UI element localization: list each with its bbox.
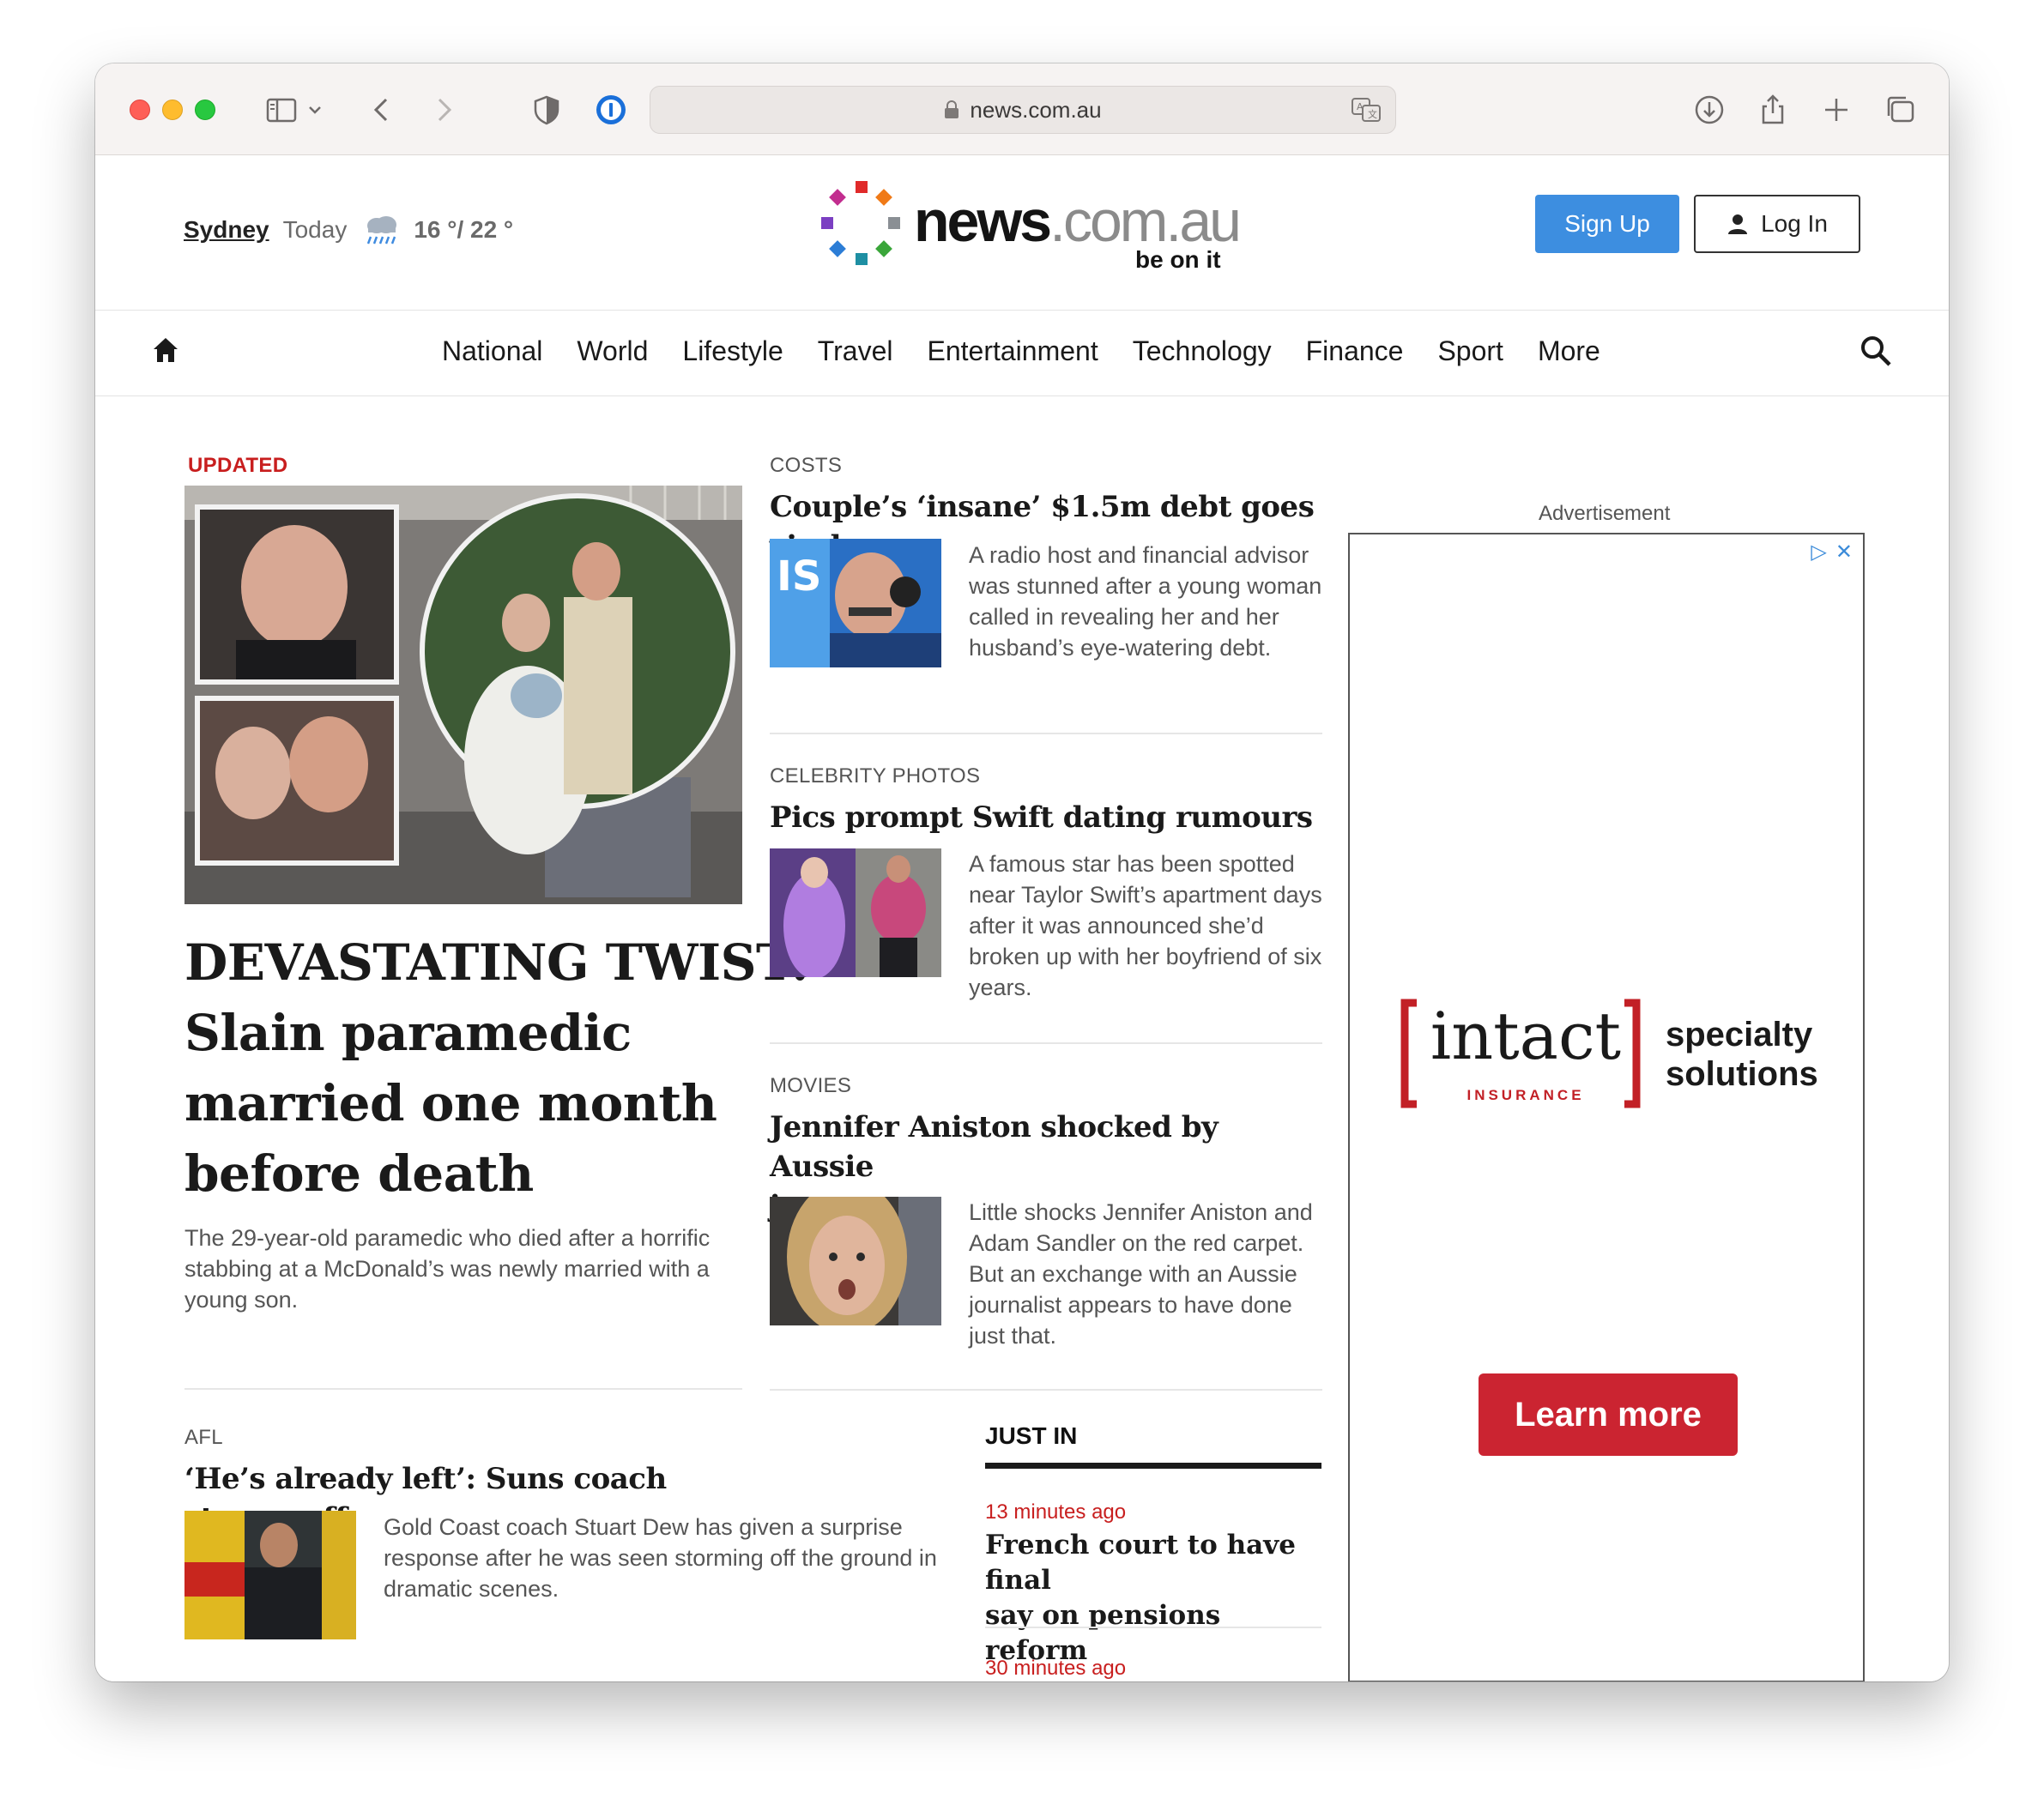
browser-window: news.com.au A文 Sydney Today 16 °/ 22 ° n… [95,63,1949,1681]
story-3-kicker: MOVIES [770,1074,852,1097]
svg-text:IS: IS [777,552,821,601]
story-3-headline-line-1: Jennifer Aniston shocked by Aussie [770,1110,1219,1184]
lead-headline-line-1: DEVASTATING TWIST: [184,933,809,992]
just-in-underline [985,1463,1321,1469]
story-1-thumbnail[interactable]: IS [770,539,941,667]
just-in-time-1: 13 minutes ago [985,1500,1127,1524]
rain-cloud-icon [367,216,397,244]
back-arrow-icon[interactable] [365,92,401,128]
close-window-button[interactable] [130,100,150,120]
lead-headline[interactable]: DEVASTATING TWIST: Slain paramedic marri… [184,927,809,1209]
log-in-label: Log In [1761,210,1828,237]
story-2-kicker: CELEBRITY PHOTOS [770,764,981,788]
lead-headline-line-3: married one month [184,1074,717,1132]
chevron-down-icon[interactable] [305,92,325,128]
nav-item-world[interactable]: World [577,335,648,367]
tab-overview-icon[interactable] [1882,92,1918,128]
translate-icon[interactable]: A文 [1351,96,1382,124]
story-1-summary: A radio host and financial advisor was s… [969,542,1322,661]
story-2-headline[interactable]: Pics prompt Swift dating rumours [770,798,1319,837]
ad-brand-sub: INSURANCE [1466,1087,1585,1103]
just-in-time-2: 30 minutes ago [985,1657,1127,1680]
forward-arrow-icon[interactable] [425,92,461,128]
story-2-summary: A famous star has been spotted near Tayl… [969,851,1322,1000]
ad-tagline-line-2: solutions [1666,1055,1818,1093]
just-in-title: JUST IN [985,1422,1078,1449]
divider [184,1388,742,1390]
web-page: Sydney Today 16 °/ 22 ° news.com.au be o… [95,155,1949,1681]
address-bar[interactable]: news.com.au A文 [650,86,1396,134]
url-text: news.com.au [970,96,1102,123]
divider [985,1627,1321,1628]
learn-more-button[interactable]: Learn more [1479,1373,1738,1456]
zoom-window-button[interactable] [195,100,215,120]
sign-up-button[interactable]: Sign Up [1535,195,1679,253]
site-logo[interactable]: news.com.au be on it [816,181,1245,275]
privacy-shield-icon[interactable] [529,92,565,128]
ad-tagline-line-1: specialty [1666,1016,1813,1053]
story-2-thumbnail[interactable] [770,848,941,977]
minimize-window-button[interactable] [162,100,183,120]
divider [770,1389,1322,1391]
ad-choices-icon[interactable]: ▷ [1811,540,1826,564]
nav-item-finance[interactable]: Finance [1306,335,1404,367]
nav-items: National World Lifestyle Travel Entertai… [442,335,1600,367]
share-icon[interactable] [1755,92,1791,128]
lead-kicker: UPDATED [188,454,288,477]
downloads-icon[interactable] [1691,92,1727,128]
masthead: Sydney Today 16 °/ 22 ° news.com.au be o… [95,155,1949,311]
svg-text:A: A [1357,101,1364,112]
lead-headline-line-4: before death [184,1144,534,1203]
logo-wordmark: news.com.au [914,188,1242,255]
logo-word-domain: .com.au [1049,189,1242,254]
lead-summary: The 29-year-old paramedic who died after… [184,1225,711,1313]
logo-word-news: news [914,189,1052,254]
ad-brand: intact [1430,998,1622,1074]
home-icon[interactable] [150,335,181,365]
svg-text:文: 文 [1368,108,1377,120]
lead-image[interactable] [184,486,742,904]
lock-icon [945,100,959,118]
story-1-kicker: COSTS [770,454,843,477]
nav-item-travel[interactable]: Travel [818,335,893,367]
just-in-headline-1[interactable]: French court to have final say on pensio… [985,1528,1321,1669]
story-3-thumbnail[interactable] [770,1197,941,1325]
nav-item-national[interactable]: National [442,335,542,367]
just-in-headline-1-line-1: French court to have final [985,1530,1296,1596]
ad-close-icon[interactable]: ✕ [1835,540,1853,564]
advertisement-label: Advertisement [1539,502,1671,525]
divider [770,733,1322,734]
nav-item-more[interactable]: More [1538,335,1600,367]
logo-tagline: be on it [1135,246,1221,273]
password-manager-icon[interactable] [593,92,629,128]
divider [770,1042,1322,1044]
browser-toolbar: news.com.au A文 [95,63,1949,155]
logo-diamonds-icon [821,181,900,265]
weather-temperatures: 16 °/ 22 ° [414,216,514,243]
afl-summary: Gold Coast coach Stuart Dew has given a … [384,1514,937,1602]
nav-item-technology[interactable]: Technology [1133,335,1272,367]
main-nav: National World Lifestyle Travel Entertai… [95,311,1949,396]
afl-kicker: AFL [184,1426,223,1449]
nav-item-lifestyle[interactable]: Lifestyle [682,335,783,367]
nav-item-entertainment[interactable]: Entertainment [928,335,1098,367]
weather-widget[interactable]: Sydney Today 16 °/ 22 ° [184,214,513,246]
user-icon [1728,214,1748,234]
afl-thumbnail[interactable] [184,1511,356,1639]
weather-day-label: Today [282,216,348,243]
sidebar-icon[interactable] [263,92,299,128]
advertisement[interactable]: ▷ ✕ intact INSURANCE specialty solutions… [1348,533,1865,1681]
ad-tagline: specialty solutions [1666,1015,1818,1094]
ad-choices[interactable]: ▷ ✕ [1811,540,1853,564]
story-3-summary: Little shocks Jennifer Aniston and Adam … [969,1199,1313,1349]
weather-city-link[interactable]: Sydney [184,216,269,244]
lead-headline-line-2: Slain paramedic [184,1004,632,1062]
new-tab-plus-icon[interactable] [1818,92,1854,128]
log-in-button[interactable]: Log In [1694,195,1860,253]
search-icon[interactable] [1860,335,1892,367]
nav-item-sport[interactable]: Sport [1437,335,1503,367]
